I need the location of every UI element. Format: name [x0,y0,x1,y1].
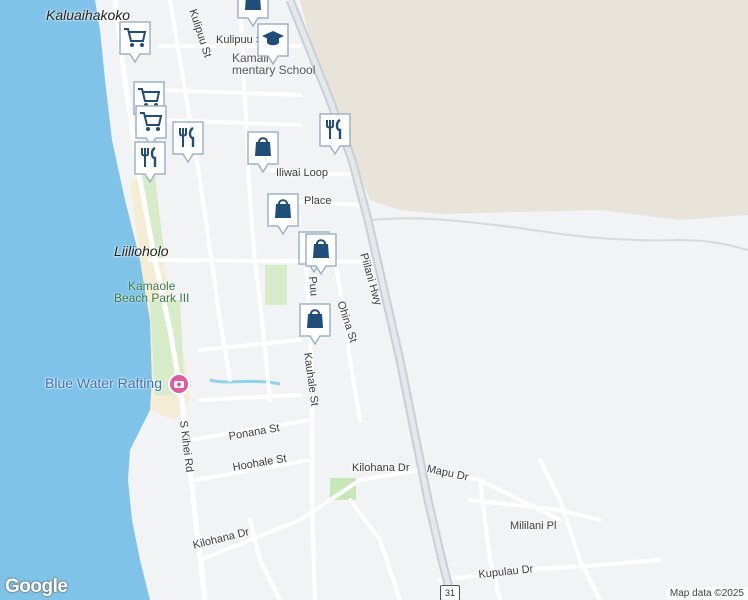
camera-icon[interactable] [168,373,190,395]
road-local [478,478,502,600]
park-label-line2: Beach Park III [114,291,190,305]
map-canvas[interactable]: Kaluaihakoko Liilioholo Kamali mentary S… [0,0,748,600]
grocery-cart-icon [119,21,151,64]
road-label-mililani: Mililani Pl [510,520,557,532]
park-area [265,265,287,305]
park-label: Kamaole Beach Park III [114,280,189,304]
road-label-puu: Puu [306,275,320,297]
road-local [198,338,302,402]
map-marker-shopping[interactable] [266,192,300,236]
poi-label-blue-water-rafting[interactable]: Blue Water Rafting [45,376,162,390]
shopping-icon [305,233,337,276]
route-shield-31: 31 [440,585,460,600]
road-mililani [468,498,602,522]
map-marker-grocery-cart[interactable] [118,20,152,64]
map-marker-shopping[interactable] [298,302,332,346]
restaurant-icon [172,121,204,164]
map-marker-education[interactable] [256,22,290,66]
road-local [348,498,402,600]
map-marker-restaurant[interactable] [318,112,352,156]
road-label-place: Place [304,195,332,207]
google-logo[interactable]: Google [5,576,68,598]
road-liliholo [148,258,382,264]
map-marker-shopping[interactable] [246,130,280,174]
restaurant-icon [134,141,166,184]
upland-road [371,217,748,251]
restaurant-icon [319,113,351,156]
map-marker-shopping[interactable] [304,232,338,276]
place-label-liliholo: Liilioholo [114,243,169,259]
road-label-kilohana-east: Kilohana Dr [352,462,410,474]
map-marker-restaurant[interactable] [171,120,205,164]
map-attribution[interactable]: Map data ©2025 [665,587,748,600]
shopping-icon [267,193,299,236]
road-label-iliwai: Iliwai Loop [276,167,328,179]
shopping-icon [299,303,331,346]
upland-area [300,0,748,220]
education-icon [257,23,289,66]
shopping-icon [247,131,279,174]
road-kupulau [438,558,662,582]
map-marker-restaurant[interactable] [133,140,167,184]
